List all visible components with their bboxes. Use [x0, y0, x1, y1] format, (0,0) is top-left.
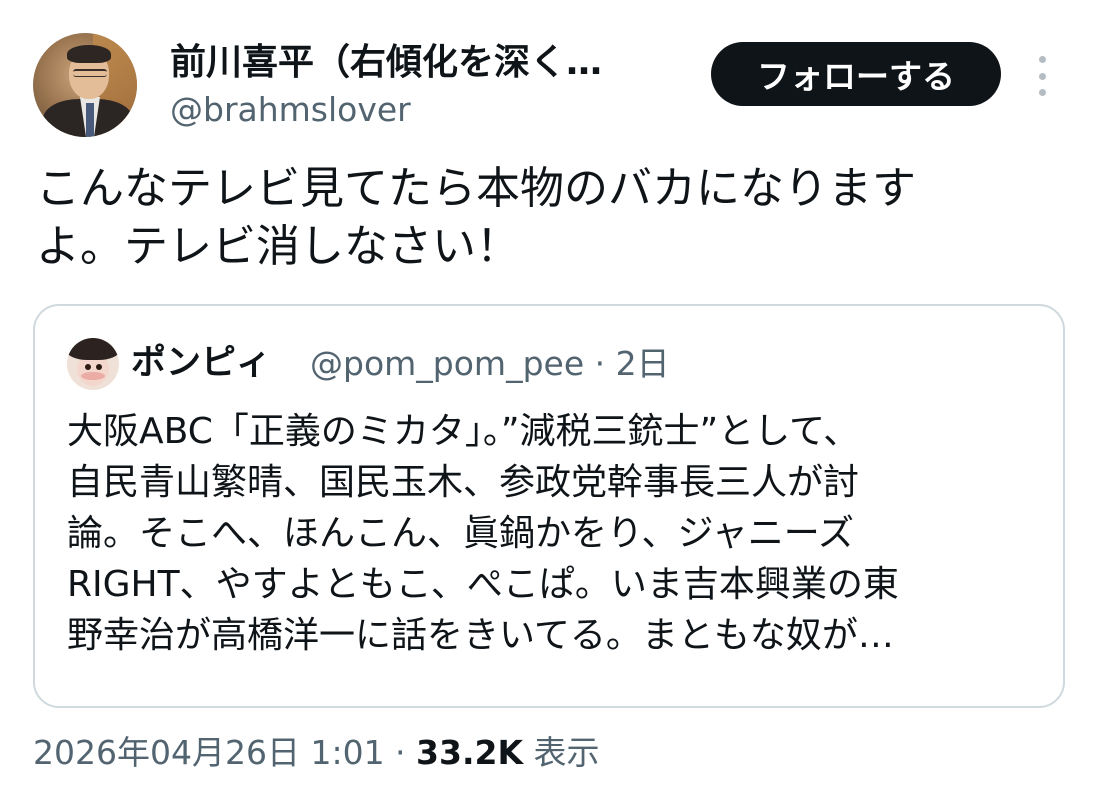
tweet-footer: 2026年04月26日 1:01 · 33.2K 表示	[33, 730, 600, 776]
quoted-avatar-eye	[96, 364, 102, 370]
quoted-author-meta: @pom_pom_pee · 2日	[310, 344, 670, 383]
follow-button[interactable]: フォローする	[711, 42, 1001, 106]
tweet-card: 前川喜平（右傾化を深く… @brahmslover フォローする こんなテレビ見…	[0, 0, 1096, 796]
author-display-name[interactable]: 前川喜平（右傾化を深く…	[170, 40, 602, 86]
more-dot	[1038, 89, 1046, 96]
quoted-text-line: 論。そこへ、ほんこん、眞鍋かをり、ジャニーズ	[67, 513, 854, 554]
views-label: 表示	[523, 733, 600, 772]
quoted-text-line: RIGHT、やすよともこ、ぺこぱ。いま吉本興業の東	[67, 564, 899, 605]
quoted-text-line: 自民青山繁晴、国民玉木、参政党幹事長三人が討	[67, 462, 860, 503]
avatar-tie	[86, 103, 94, 137]
views-count: 33.2K	[416, 733, 524, 772]
author-handle[interactable]: @brahmslover	[170, 88, 411, 132]
tweet-timestamp[interactable]: 2026年04月26日 1:01 ·	[33, 733, 416, 772]
quoted-text-line: 野幸治が高橋洋一に話をきいてる。まともな奴が…	[67, 615, 894, 656]
tweet-text-line: よ。テレビ消しなさい！	[36, 221, 520, 272]
quoted-avatar-hair	[67, 338, 119, 360]
more-vertical-icon[interactable]	[1030, 56, 1054, 96]
quoted-author-avatar[interactable]	[67, 338, 119, 390]
tweet-text-line: こんなテレビ見てたら本物のバカになります	[36, 163, 916, 214]
quoted-author-display-name[interactable]: ポンピィ	[131, 340, 271, 386]
more-dot	[1038, 72, 1046, 80]
author-avatar[interactable]	[33, 33, 137, 137]
quoted-text-line: 大阪ABC「正義のミカタ」。”減税三銃士”として、	[67, 411, 860, 452]
avatar-glasses	[73, 69, 107, 77]
quoted-tweet-text: 大阪ABC「正義のミカタ」。”減税三銃士”として、 自民青山繁晴、国民玉木、参政…	[67, 406, 1042, 661]
quoted-tweet[interactable]: ポンピィ @pom_pom_pee · 2日 大阪ABC「正義のミカタ」。”減税…	[33, 304, 1065, 708]
quoted-avatar-eye	[85, 364, 91, 370]
avatar-hair	[67, 45, 111, 63]
quoted-avatar-cheek	[81, 372, 105, 380]
more-dot	[1038, 56, 1046, 63]
tweet-text: こんなテレビ見てたら本物のバカになります よ。テレビ消しなさい！	[36, 160, 1056, 276]
